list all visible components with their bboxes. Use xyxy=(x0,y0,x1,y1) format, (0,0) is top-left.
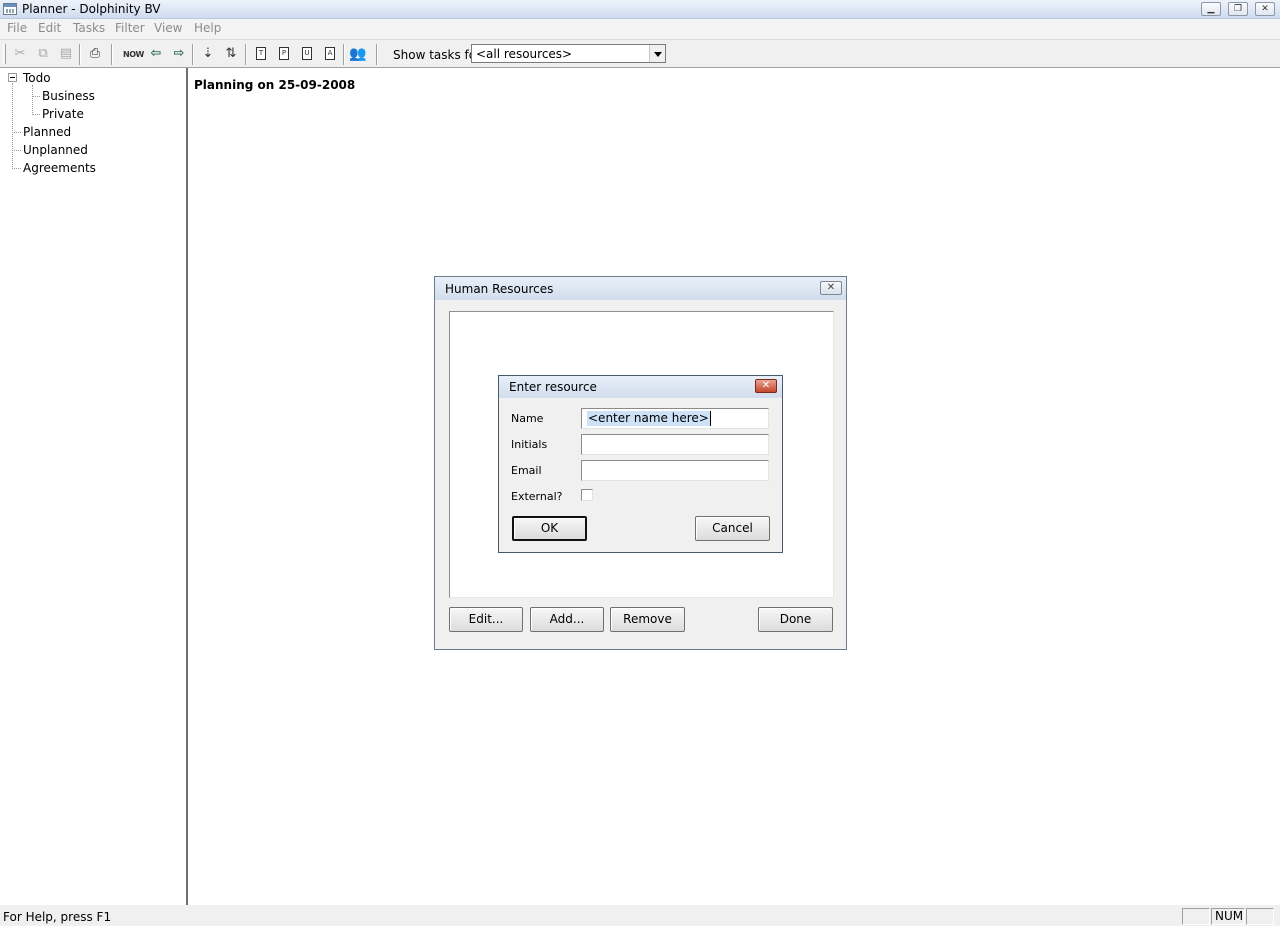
close-icon[interactable]: ✕ xyxy=(820,281,842,295)
toolbar-separator xyxy=(111,44,113,65)
arrow-left-icon[interactable]: ⇦ xyxy=(146,45,166,63)
print-icon[interactable]: ⎙ xyxy=(85,45,105,63)
toolbar-separator xyxy=(79,44,81,65)
view-unplanned-icon[interactable]: U xyxy=(297,45,317,63)
tree-item-todo[interactable]: Todo xyxy=(23,71,51,85)
tree-connector xyxy=(32,114,40,115)
tree-connector xyxy=(12,83,13,169)
tree-item-agreements[interactable]: Agreements xyxy=(23,161,96,175)
view-todo-icon[interactable]: T xyxy=(251,45,271,63)
menu-bar: File Edit Tasks Filter View Help xyxy=(0,19,1280,39)
planning-title: Planning on 25-09-2008 xyxy=(194,78,356,92)
copy-icon[interactable]: ⧉ xyxy=(33,45,53,63)
email-field[interactable] xyxy=(581,460,769,481)
resource-filter-dropdown[interactable]: <all resources> xyxy=(471,44,666,63)
show-tasks-label: Show tasks for xyxy=(393,48,482,62)
done-button[interactable]: Done xyxy=(758,607,833,632)
enter-resource-dialog: Enter resource ✕ Name <enter name here> … xyxy=(498,375,783,553)
remove-button[interactable]: Remove xyxy=(610,607,685,632)
title-bar[interactable]: Planner - Dolphinity BV ▁ ❐ ✕ xyxy=(0,0,1280,19)
cancel-button[interactable]: Cancel xyxy=(695,516,770,541)
ok-button[interactable]: OK xyxy=(512,516,587,541)
tree-connector xyxy=(32,85,33,115)
menu-filter[interactable]: Filter xyxy=(115,21,145,35)
chevron-down-icon[interactable] xyxy=(649,45,665,62)
status-bar: For Help, press F1 NUM xyxy=(0,905,1280,926)
menu-help[interactable]: Help xyxy=(194,21,221,35)
name-field[interactable]: <enter name here> xyxy=(581,408,769,429)
resource-filter-value: <all resources> xyxy=(476,47,573,61)
minimize-button[interactable]: ▁ xyxy=(1201,2,1221,16)
now-label: NOW xyxy=(123,50,144,59)
toolbar-separator xyxy=(245,44,247,65)
paste-icon[interactable]: ▤ xyxy=(56,45,76,63)
edit-button[interactable]: Edit... xyxy=(449,607,523,632)
tree-item-unplanned[interactable]: Unplanned xyxy=(23,143,88,157)
tree-connector xyxy=(12,132,21,133)
toolbar-grip[interactable] xyxy=(3,44,6,64)
name-label: Name xyxy=(511,412,544,425)
tree-connector xyxy=(12,168,21,169)
toolbar-separator xyxy=(376,44,378,65)
close-window-button[interactable]: ✕ xyxy=(1255,2,1275,16)
sort-down-icon[interactable]: ⇣ xyxy=(198,45,218,63)
status-help-text: For Help, press F1 xyxy=(3,910,112,924)
email-label: Email xyxy=(511,464,542,477)
view-planned-icon[interactable]: P xyxy=(274,45,294,63)
close-icon[interactable]: ✕ xyxy=(755,379,777,393)
dialog-title: Enter resource xyxy=(509,380,597,394)
scroll-indicator xyxy=(1246,908,1274,925)
dialog-title-bar[interactable]: Enter resource ✕ xyxy=(499,376,782,398)
app-calendar-icon xyxy=(3,3,17,15)
dialog-title: Human Resources xyxy=(445,282,554,296)
restore-button[interactable]: ❐ xyxy=(1228,2,1248,16)
sort-updown-icon[interactable]: ⇅ xyxy=(221,45,241,63)
external-label: External? xyxy=(511,490,563,503)
collapse-icon[interactable] xyxy=(8,73,17,82)
toolbar-separator xyxy=(192,44,194,65)
toolbar-separator xyxy=(343,44,345,65)
num-indicator: NUM xyxy=(1211,908,1245,925)
menu-tasks[interactable]: Tasks xyxy=(73,21,105,35)
window-title: Planner - Dolphinity BV xyxy=(22,2,161,16)
cut-icon[interactable]: ✂ xyxy=(10,45,30,63)
menu-file[interactable]: File xyxy=(7,21,27,35)
menu-view[interactable]: View xyxy=(154,21,182,35)
initials-field[interactable] xyxy=(581,434,769,455)
tree-item-planned[interactable]: Planned xyxy=(23,125,71,139)
view-agreements-icon[interactable]: A xyxy=(320,45,340,63)
now-button[interactable]: NOW xyxy=(123,45,144,63)
initials-label: Initials xyxy=(511,438,548,451)
category-tree: Todo Business Private Planned Unplanned … xyxy=(0,68,188,905)
tree-item-private[interactable]: Private xyxy=(42,107,84,121)
menu-edit[interactable]: Edit xyxy=(38,21,61,35)
tree-item-business[interactable]: Business xyxy=(42,89,95,103)
name-field-value: <enter name here> xyxy=(587,411,711,426)
dialog-title-bar[interactable]: Human Resources ✕ xyxy=(435,277,846,300)
external-checkbox[interactable] xyxy=(581,489,593,501)
add-button[interactable]: Add... xyxy=(530,607,604,632)
arrow-right-icon[interactable]: ⇨ xyxy=(169,45,189,63)
tree-connector xyxy=(12,150,21,151)
people-icon[interactable]: 👥 xyxy=(348,45,368,63)
caps-indicator xyxy=(1182,908,1210,925)
tree-connector xyxy=(32,96,40,97)
